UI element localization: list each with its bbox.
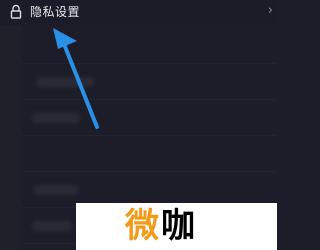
left-pane bbox=[0, 26, 22, 250]
watermark: 微咖 bbox=[76, 203, 277, 250]
list-item[interactable] bbox=[22, 64, 277, 100]
list-item[interactable] bbox=[22, 100, 277, 136]
settings-item-privacy[interactable]: 隐私设置 › bbox=[0, 0, 277, 26]
list-item[interactable] bbox=[22, 28, 277, 64]
list-item[interactable] bbox=[22, 136, 277, 172]
privacy-settings-label: 隐私设置 bbox=[30, 5, 81, 19]
chevron-right-icon: › bbox=[267, 3, 273, 18]
watermark-text: 微咖 bbox=[125, 206, 197, 246]
lock-icon bbox=[10, 4, 22, 19]
